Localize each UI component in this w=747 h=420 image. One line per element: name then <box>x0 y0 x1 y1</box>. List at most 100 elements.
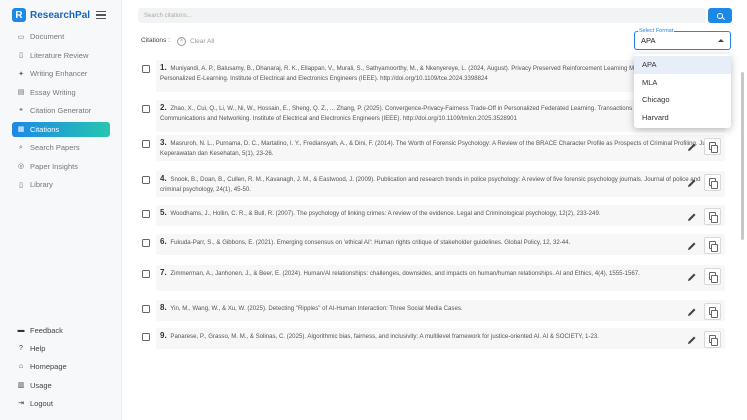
sidebar-item-literature-review[interactable]: ▯ Literature Review <box>12 48 110 63</box>
sidebar-item-paper-insights[interactable]: ◎ Paper Insights <box>12 159 110 174</box>
citation-number: 6. <box>160 237 167 247</box>
insights-icon: ◎ <box>17 163 25 170</box>
search-icon: ⌕ <box>19 143 23 151</box>
edit-icon[interactable] <box>687 272 697 282</box>
edit-icon[interactable] <box>687 212 697 222</box>
edit-icon[interactable] <box>687 307 697 317</box>
copy-icon <box>708 142 718 153</box>
citation-text: Muniyandi, A. P., Balusamy, B., Dhanaraj… <box>160 65 711 82</box>
sidebar-item-search-papers[interactable]: ⌕ Search Papers <box>12 140 110 155</box>
close-icon: × <box>177 36 186 46</box>
sidebar-item-citation-generator[interactable]: ❝ Citation Generator <box>12 103 110 118</box>
document-icon: ▭ <box>17 33 25 41</box>
sidebar-item-feedback[interactable]: ▬ Feedback <box>12 323 110 338</box>
citation-checkbox[interactable] <box>142 239 150 248</box>
clear-all-label: Clear All <box>190 37 215 45</box>
citation-checkbox[interactable] <box>142 270 150 279</box>
sidebar-item-homepage[interactable]: ⌂ Homepage <box>12 359 110 374</box>
usage-icon: ▥ <box>17 382 25 390</box>
edit-icon[interactable] <box>687 142 697 152</box>
citation-number: 7. <box>160 268 167 278</box>
citation-number: 5. <box>160 208 167 218</box>
sidebar-item-writing-enhancer[interactable]: ✦ Writing Enhancer <box>12 66 110 81</box>
copy-button[interactable] <box>704 208 721 226</box>
citations-label: Citations : <box>141 37 170 44</box>
sidebar-item-usage[interactable]: ▥ Usage <box>12 378 110 393</box>
format-option-apa[interactable]: APA <box>634 56 731 74</box>
essay-icon: ▤ <box>17 89 25 96</box>
quote-icon: ❝ <box>19 107 23 115</box>
sidebar-item-label: Homepage <box>30 362 67 372</box>
sidebar-item-library[interactable]: ▯ Library <box>12 177 110 192</box>
sidebar-item-label: Feedback <box>30 326 63 335</box>
citation-item: 8. Yin, M., Wang, W., & Xu, W. (2025). D… <box>156 300 725 322</box>
citation-checkbox[interactable] <box>142 65 150 73</box>
copy-button[interactable] <box>704 331 721 349</box>
search-button[interactable] <box>708 8 732 23</box>
format-option-chicago[interactable]: Chicago <box>634 91 731 109</box>
format-selected-value: APA <box>641 36 656 45</box>
citation-item: 7. Zimmerman, A., Janhonen, J., & Beer, … <box>156 265 725 292</box>
copy-button[interactable] <box>704 174 721 192</box>
citation-number: 2. <box>160 103 167 113</box>
edit-icon[interactable] <box>687 241 697 251</box>
sidebar-item-citations[interactable]: ▦ Citations <box>12 121 110 137</box>
format-option-harvard[interactable]: Harvard <box>634 109 731 127</box>
citation-row: 6. Fukuda-Parr, S., & Gibbons, E. (2021)… <box>139 234 729 267</box>
copy-icon <box>708 241 718 252</box>
citation-checkbox[interactable] <box>142 140 150 149</box>
citation-text: Yin, M., Wang, W., & Xu, W. (2025). Dete… <box>170 305 463 313</box>
citation-row: 4. Snook, B., Doan, B., Cullen, R. M., K… <box>139 171 729 209</box>
app-logo[interactable]: R ResearchPal <box>12 8 90 22</box>
book-icon: ▯ <box>19 52 23 59</box>
search-input[interactable]: Search citations... <box>138 8 706 23</box>
sparkle-icon: ✦ <box>18 70 24 78</box>
format-option-mla[interactable]: MLA <box>634 74 731 92</box>
search-icon <box>717 12 723 19</box>
copy-button[interactable] <box>704 268 721 286</box>
sidebar-item-document[interactable]: ▭ Document <box>12 29 110 44</box>
citation-checkbox[interactable] <box>142 105 150 114</box>
citation-text: Woodhams, J., Hollin, C. R., & Bull, R. … <box>170 210 601 218</box>
sidebar-item-essay-writing[interactable]: ▤ Essay Writing <box>12 85 110 100</box>
citation-number: 4. <box>160 174 167 184</box>
citation-text: Fukuda-Parr, S., & Gibbons, E. (2021). E… <box>170 239 571 247</box>
logo-icon: R <box>12 8 26 22</box>
sidebar-item-logout[interactable]: ⇥ Logout <box>12 396 110 411</box>
copy-button[interactable] <box>704 138 721 156</box>
sidebar-item-help[interactable]: ? Help <box>12 341 110 356</box>
edit-icon[interactable] <box>687 178 697 188</box>
copy-button[interactable] <box>704 237 721 255</box>
collapse-sidebar-button[interactable] <box>94 9 108 21</box>
citation-item: 3. Masruroh, N. L., Purnama, D. C., Mart… <box>156 135 725 162</box>
citation-checkbox[interactable] <box>142 305 150 314</box>
edit-icon[interactable] <box>687 335 697 345</box>
copy-button[interactable] <box>704 303 721 321</box>
citation-row: 3. Masruroh, N. L., Purnama, D. C., Mart… <box>139 135 729 173</box>
citation-text: Masruroh, N. L., Purnama, D. C., Martati… <box>160 140 716 157</box>
sidebar-item-label: Citations <box>30 124 60 134</box>
format-select-label: Select Format <box>638 28 675 34</box>
sidebar-item-label: Document <box>30 32 65 41</box>
citation-text: Snook, B., Doan, B., Cullen, R. M., Kava… <box>160 176 701 193</box>
citation-checkbox[interactable] <box>142 333 150 342</box>
citation-row: 7. Zimmerman, A., Janhonen, J., & Beer, … <box>139 265 729 304</box>
app-name: ResearchPal <box>30 9 91 21</box>
citation-checkbox[interactable] <box>142 176 150 185</box>
sidebar-item-label: Literature Review <box>30 50 89 60</box>
library-icon: ▯ <box>19 181 23 189</box>
logout-icon: ⇥ <box>18 400 24 408</box>
sidebar-item-label: Essay Writing <box>30 87 76 97</box>
citation-item: 4. Snook, B., Doan, B., Cullen, R. M., K… <box>156 171 725 198</box>
search-placeholder: Search citations... <box>144 12 192 19</box>
citation-item: 6. Fukuda-Parr, S., & Gibbons, E. (2021)… <box>156 234 725 256</box>
format-dropdown-menu: APA MLA Chicago Harvard <box>634 54 731 128</box>
scrollbar[interactable] <box>741 72 744 240</box>
citation-checkbox[interactable] <box>142 210 150 219</box>
citation-text: Zimmerman, A., Janhonen, J., & Beer, E. … <box>170 270 640 278</box>
citations-icon: ▦ <box>17 126 25 133</box>
sidebar-item-label: Citation Generator <box>30 106 92 115</box>
clear-all-button[interactable]: × Clear All <box>177 35 214 47</box>
citation-row: 9. Panarese, P., Grasso, M. M., & Solina… <box>139 328 729 360</box>
citation-text: Panarese, P., Grasso, M. M., & Solinas, … <box>170 333 599 341</box>
